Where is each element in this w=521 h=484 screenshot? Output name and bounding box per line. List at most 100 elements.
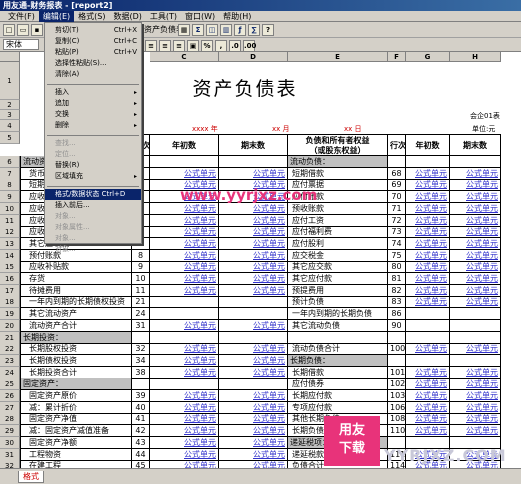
row-header[interactable]: 4 [0, 120, 20, 132]
font-select[interactable]: 宋体 [3, 39, 39, 50]
asset-end-cell[interactable] [219, 378, 288, 390]
row-header[interactable]: 16 [0, 273, 20, 285]
align-right-icon[interactable]: ≡ [173, 40, 185, 52]
row-header[interactable]: 26 [0, 390, 20, 402]
row-header[interactable]: 25 [0, 378, 20, 390]
menu-4[interactable]: 数据(D) [109, 11, 145, 22]
column-header-d[interactable]: D [219, 52, 288, 62]
asset-begin-cell[interactable]: 公式单元 [150, 355, 219, 367]
row-header[interactable]: 8 [0, 179, 20, 191]
liability-name-cell[interactable]: 预计负债 [288, 296, 388, 308]
column-header-c[interactable]: C [150, 52, 219, 62]
asset-row-no-cell[interactable]: 21 [132, 296, 150, 308]
liability-row-no-cell[interactable] [388, 156, 406, 168]
row-header[interactable]: 18 [0, 296, 20, 308]
liability-end-cell[interactable]: 公式单元 [450, 343, 501, 355]
liability-begin-cell[interactable] [406, 320, 450, 332]
liability-begin-cell[interactable]: 公式单元 [406, 179, 450, 191]
asset-row-no-cell[interactable]: 41 [132, 413, 150, 425]
liability-end-cell[interactable]: 公式单元 [450, 273, 501, 285]
row-header[interactable]: 30 [0, 437, 20, 449]
edit-menu-item[interactable]: 复制(C) Ctrl+C [45, 36, 141, 47]
row-header[interactable]: 6 [0, 156, 20, 168]
row-header[interactable]: 9 [0, 191, 20, 203]
liability-begin-cell[interactable]: 公式单元 [406, 226, 450, 238]
align-center-icon[interactable]: ≡ [159, 40, 171, 52]
liability-begin-cell[interactable] [406, 156, 450, 168]
row-header[interactable]: 3 [0, 110, 20, 120]
liability-row-no-cell[interactable]: 71 [388, 203, 406, 215]
liability-row-no-cell[interactable]: 80 [388, 261, 406, 273]
liability-end-cell[interactable] [450, 320, 501, 332]
chart-icon[interactable]: ◫ [206, 24, 218, 36]
liability-row-no-cell[interactable]: 108 [388, 413, 406, 425]
column-header-h[interactable]: H [450, 52, 501, 62]
asset-name-cell[interactable]: 长期债权投资 [20, 355, 132, 367]
asset-end-cell[interactable]: 公式单元 [219, 425, 288, 437]
asset-name-cell[interactable]: 应收补贴款 [20, 261, 132, 273]
asset-name-cell[interactable]: 其它流动资产 [20, 308, 132, 320]
sum-icon[interactable]: ∑ [248, 24, 260, 36]
liability-end-cell[interactable] [450, 308, 501, 320]
row-header[interactable]: 15 [0, 261, 20, 273]
menu-7[interactable]: 帮助(H) [219, 11, 255, 22]
column-header-f[interactable]: F [388, 52, 406, 62]
align-left-icon[interactable]: ≡ [145, 40, 157, 52]
liability-begin-cell[interactable]: 公式单元 [406, 273, 450, 285]
asset-end-cell[interactable] [219, 308, 288, 320]
asset-end-cell[interactable]: 公式单元 [219, 460, 288, 468]
asset-end-cell[interactable]: 公式单元 [219, 390, 288, 402]
liability-row-no-cell[interactable] [388, 355, 406, 367]
liability-name-cell[interactable]: 应付股利 [288, 238, 388, 250]
liability-end-cell[interactable]: 公式单元 [450, 390, 501, 402]
row-header[interactable]: 2 [0, 100, 20, 110]
liability-name-cell[interactable]: 应付债券 [288, 378, 388, 390]
asset-begin-cell[interactable]: 公式单元 [150, 273, 219, 285]
liability-end-cell[interactable]: 公式单元 [450, 191, 501, 203]
asset-begin-cell[interactable]: 公式单元 [150, 390, 219, 402]
asset-row-no-cell[interactable]: 9 [132, 261, 150, 273]
liability-name-cell[interactable]: 其它应付款 [288, 273, 388, 285]
help-icon[interactable]: ? [262, 24, 274, 36]
asset-name-cell[interactable]: 一年内到期的长期债权投资 [20, 296, 132, 308]
row-header[interactable]: 29 [0, 425, 20, 437]
liability-row-no-cell[interactable]: 83 [388, 296, 406, 308]
menu-6[interactable]: 窗口(W) [181, 11, 219, 22]
liability-name-cell[interactable]: 流动负债合计 [288, 343, 388, 355]
asset-row-no-cell[interactable]: 31 [132, 320, 150, 332]
table-icon[interactable]: ▦ [178, 24, 190, 36]
asset-name-cell[interactable]: 在建工程 [20, 460, 132, 468]
row-header[interactable]: 12 [0, 226, 20, 238]
asset-row-no-cell[interactable]: 43 [132, 437, 150, 449]
edit-menu-item[interactable]: 区域填充 ▸ [45, 171, 141, 182]
asset-row-no-cell[interactable]: 10 [132, 273, 150, 285]
asset-begin-cell[interactable]: 公式单元 [150, 425, 219, 437]
asset-begin-cell[interactable] [150, 378, 219, 390]
menu-3[interactable]: 格式(S) [74, 11, 109, 22]
liability-end-cell[interactable]: 公式单元 [450, 261, 501, 273]
asset-begin-cell[interactable]: 公式单元 [150, 343, 219, 355]
liability-end-cell[interactable]: 公式单元 [450, 226, 501, 238]
asset-row-no-cell[interactable]: 24 [132, 308, 150, 320]
row-header[interactable]: 13 [0, 238, 20, 250]
row-header[interactable]: 1 [0, 62, 20, 100]
asset-name-cell[interactable]: 流动资产合计 [20, 320, 132, 332]
liability-row-no-cell[interactable]: 70 [388, 191, 406, 203]
liability-begin-cell[interactable] [406, 355, 450, 367]
asset-name-cell[interactable]: 减：固定资产减值准备 [20, 425, 132, 437]
asset-name-cell[interactable]: 长期股权投资 [20, 343, 132, 355]
column-header-g[interactable]: G [406, 52, 450, 62]
asset-end-cell[interactable]: 公式单元 [219, 355, 288, 367]
edit-menu-item[interactable]: 清除(A) [45, 69, 141, 80]
liability-row-no-cell[interactable]: 73 [388, 226, 406, 238]
liability-end-cell[interactable]: 公式单元 [450, 378, 501, 390]
liability-row-no-cell[interactable]: 81 [388, 273, 406, 285]
asset-row-no-cell[interactable]: 45 [132, 460, 150, 468]
liability-end-cell[interactable]: 公式单元 [450, 296, 501, 308]
asset-begin-cell[interactable]: 公式单元 [150, 413, 219, 425]
liability-begin-cell[interactable]: 公式单元 [406, 390, 450, 402]
edit-menu-item[interactable]: 格式/数据状态 Ctrl+D [45, 189, 141, 200]
asset-row-no-cell[interactable] [132, 378, 150, 390]
asset-name-cell[interactable]: 固定资产净值 [20, 413, 132, 425]
asset-begin-cell[interactable]: 公式单元 [150, 203, 219, 215]
